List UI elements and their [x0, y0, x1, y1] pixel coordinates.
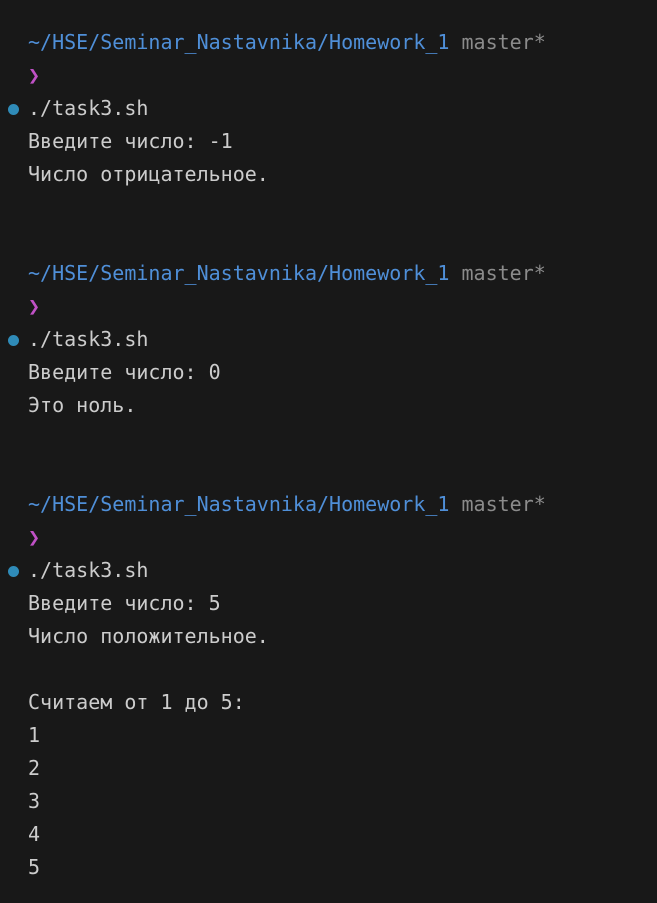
prompt-chevron-icon: ❯: [28, 294, 41, 318]
prompt-path-line: ~/HSE/Seminar_Nastavnika/Homework_1 mast…: [0, 257, 657, 290]
command-line: ./task3.sh: [0, 554, 657, 587]
git-branch: master*: [461, 492, 546, 516]
cwd-path: ~/HSE/Seminar_Nastavnika/Homework_1: [28, 492, 450, 516]
git-branch: master*: [461, 30, 546, 54]
prompt-symbol-line: ❯: [0, 59, 657, 92]
git-branch: master*: [461, 261, 546, 285]
command-line: ./task3.sh: [0, 323, 657, 356]
command-line: ./task3.sh: [0, 92, 657, 125]
cwd-path: ~/HSE/Seminar_Nastavnika/Homework_1: [28, 261, 450, 285]
output-line: 3: [28, 789, 41, 813]
command-success-dot-icon[interactable]: [8, 104, 19, 115]
prompt-chevron-icon: ❯: [28, 63, 41, 87]
prompt-symbol-line: ❯: [0, 290, 657, 323]
command-success-dot-icon[interactable]: [8, 566, 19, 577]
command-text: ./task3.sh: [28, 327, 149, 351]
output-line: 2: [28, 756, 41, 780]
output-line: Введите число: 0: [28, 360, 221, 384]
output-line: Число положительное.: [28, 624, 269, 648]
output-line: Это ноль.: [28, 393, 137, 417]
output-line: 4: [28, 822, 41, 846]
prompt-path-line: ~/HSE/Seminar_Nastavnika/Homework_1 mast…: [0, 488, 657, 521]
output-line: 1: [28, 723, 41, 747]
output-line: Число отрицательное.: [28, 162, 269, 186]
terminal-output[interactable]: ~/HSE/Seminar_Nastavnika/Homework_1 mast…: [0, 26, 657, 884]
command-success-dot-icon[interactable]: [8, 335, 19, 346]
prompt-symbol-line: ❯: [0, 521, 657, 554]
prompt-chevron-icon: ❯: [28, 525, 41, 549]
output-line: Введите число: -1: [28, 129, 233, 153]
prompt-path-line: ~/HSE/Seminar_Nastavnika/Homework_1 mast…: [0, 26, 657, 59]
command-text: ./task3.sh: [28, 96, 149, 120]
cwd-path: ~/HSE/Seminar_Nastavnika/Homework_1: [28, 30, 450, 54]
output-line: 5: [28, 855, 41, 879]
output-line: Считаем от 1 до 5:: [28, 690, 245, 714]
output-line: Введите число: 5: [28, 591, 221, 615]
command-text: ./task3.sh: [28, 558, 149, 582]
